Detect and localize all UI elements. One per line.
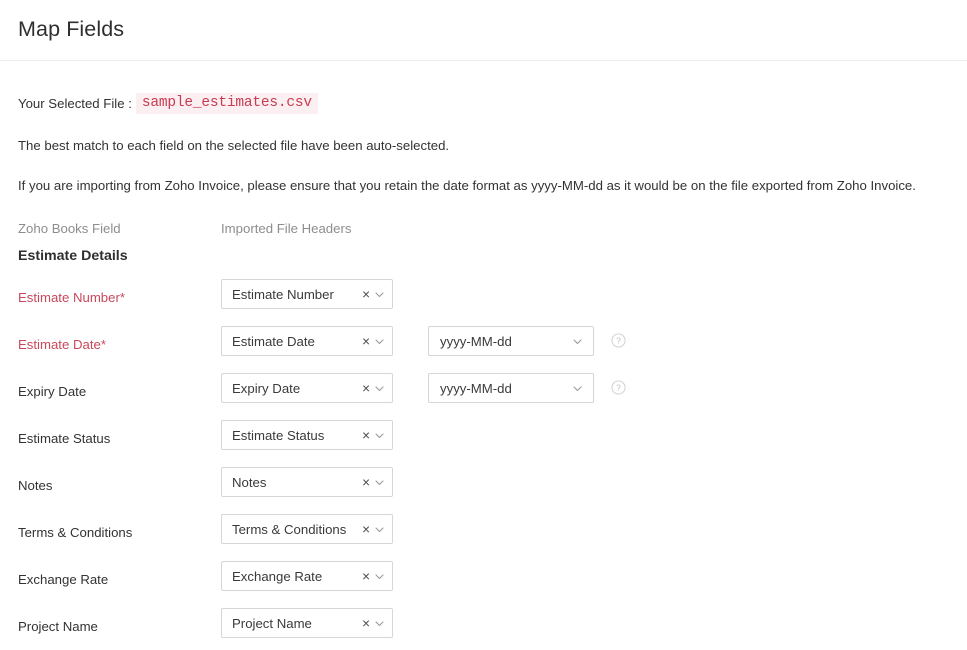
- page-title: Map Fields: [18, 19, 124, 41]
- date-format-value: yyyy-MM-dd: [440, 334, 571, 349]
- date-format-select[interactable]: yyyy-MM-dd: [428, 373, 594, 403]
- header-mapping-select[interactable]: Expiry Date×: [221, 373, 393, 403]
- help-icon[interactable]: ?: [611, 333, 626, 348]
- header-mapping-select[interactable]: Terms & Conditions×: [221, 514, 393, 544]
- selected-file-name: sample_estimates.csv: [136, 93, 318, 114]
- chevron-down-icon[interactable]: [374, 524, 385, 535]
- field-mapping-rows: Estimate Number*Estimate Number×Estimate…: [18, 279, 967, 650]
- clear-icon[interactable]: ×: [360, 288, 373, 302]
- clear-icon[interactable]: ×: [360, 429, 373, 443]
- field-mapping-row: Exchange RateExchange Rate×: [18, 561, 967, 608]
- svg-text:?: ?: [616, 383, 621, 393]
- svg-text:?: ?: [616, 336, 621, 346]
- field-label: Terms & Conditions: [18, 525, 132, 540]
- column-header-imported-headers: Imported File Headers: [221, 221, 351, 236]
- map-fields-page: Map Fields Your Selected File : sample_e…: [0, 0, 967, 650]
- section-title-estimate-details: Estimate Details: [18, 248, 967, 264]
- chevron-down-icon[interactable]: [572, 336, 583, 347]
- header-mapping-value: Estimate Date: [232, 334, 360, 349]
- chevron-down-icon[interactable]: [374, 336, 385, 347]
- chevron-down-icon[interactable]: [374, 430, 385, 441]
- header-mapping-value: Notes: [232, 475, 360, 490]
- selected-file-line: Your Selected File : sample_estimates.cs…: [18, 93, 967, 113]
- field-mapping-row: NotesNotes×: [18, 467, 967, 514]
- field-label: Estimate Number*: [18, 290, 125, 305]
- clear-icon[interactable]: ×: [360, 617, 373, 631]
- clear-icon[interactable]: ×: [360, 570, 373, 584]
- date-format-note: If you are importing from Zoho Invoice, …: [18, 177, 967, 194]
- date-format-value: yyyy-MM-dd: [440, 381, 571, 396]
- clear-icon[interactable]: ×: [360, 523, 373, 537]
- date-format-select[interactable]: yyyy-MM-dd: [428, 326, 594, 356]
- page-header: Map Fields: [0, 0, 967, 61]
- field-mapping-row: Estimate Number*Estimate Number×: [18, 279, 967, 326]
- field-mapping-row: Estimate Date*Estimate Date×yyyy-MM-dd?: [18, 326, 967, 373]
- clear-icon[interactable]: ×: [360, 476, 373, 490]
- header-mapping-select[interactable]: Estimate Number×: [221, 279, 393, 309]
- header-mapping-value: Estimate Status: [232, 428, 360, 443]
- field-label: Exchange Rate: [18, 572, 108, 587]
- header-mapping-value: Exchange Rate: [232, 569, 360, 584]
- auto-select-note: The best match to each field on the sele…: [18, 137, 967, 154]
- column-headers: Zoho Books Field Imported File Headers: [18, 221, 967, 239]
- column-header-zoho-field: Zoho Books Field: [18, 221, 121, 236]
- required-asterisk: *: [120, 290, 125, 305]
- header-mapping-select[interactable]: Project Name×: [221, 608, 393, 638]
- chevron-down-icon[interactable]: [374, 571, 385, 582]
- field-label: Expiry Date: [18, 384, 86, 399]
- field-label: Estimate Date*: [18, 337, 106, 352]
- header-mapping-select[interactable]: Estimate Status×: [221, 420, 393, 450]
- header-mapping-value: Estimate Number: [232, 287, 360, 302]
- header-mapping-select[interactable]: Estimate Date×: [221, 326, 393, 356]
- header-mapping-select[interactable]: Notes×: [221, 467, 393, 497]
- header-mapping-value: Project Name: [232, 616, 360, 631]
- field-mapping-row: Expiry DateExpiry Date×yyyy-MM-dd?: [18, 373, 967, 420]
- chevron-down-icon[interactable]: [374, 477, 385, 488]
- field-mapping-row: Project NameProject Name×: [18, 608, 967, 650]
- help-icon[interactable]: ?: [611, 380, 626, 395]
- header-mapping-select[interactable]: Exchange Rate×: [221, 561, 393, 591]
- field-mapping-row: Estimate StatusEstimate Status×: [18, 420, 967, 467]
- selected-file-label: Your Selected File :: [18, 96, 132, 111]
- page-body: Your Selected File : sample_estimates.cs…: [0, 93, 967, 650]
- chevron-down-icon[interactable]: [374, 618, 385, 629]
- chevron-down-icon[interactable]: [374, 289, 385, 300]
- field-mapping-row: Terms & ConditionsTerms & Conditions×: [18, 514, 967, 561]
- clear-icon[interactable]: ×: [360, 335, 373, 349]
- field-label: Notes: [18, 478, 52, 493]
- header-mapping-value: Terms & Conditions: [232, 522, 360, 537]
- field-label: Estimate Status: [18, 431, 110, 446]
- chevron-down-icon[interactable]: [572, 383, 583, 394]
- required-asterisk: *: [101, 337, 106, 352]
- clear-icon[interactable]: ×: [360, 382, 373, 396]
- header-mapping-value: Expiry Date: [232, 381, 360, 396]
- chevron-down-icon[interactable]: [374, 383, 385, 394]
- field-label: Project Name: [18, 619, 98, 634]
